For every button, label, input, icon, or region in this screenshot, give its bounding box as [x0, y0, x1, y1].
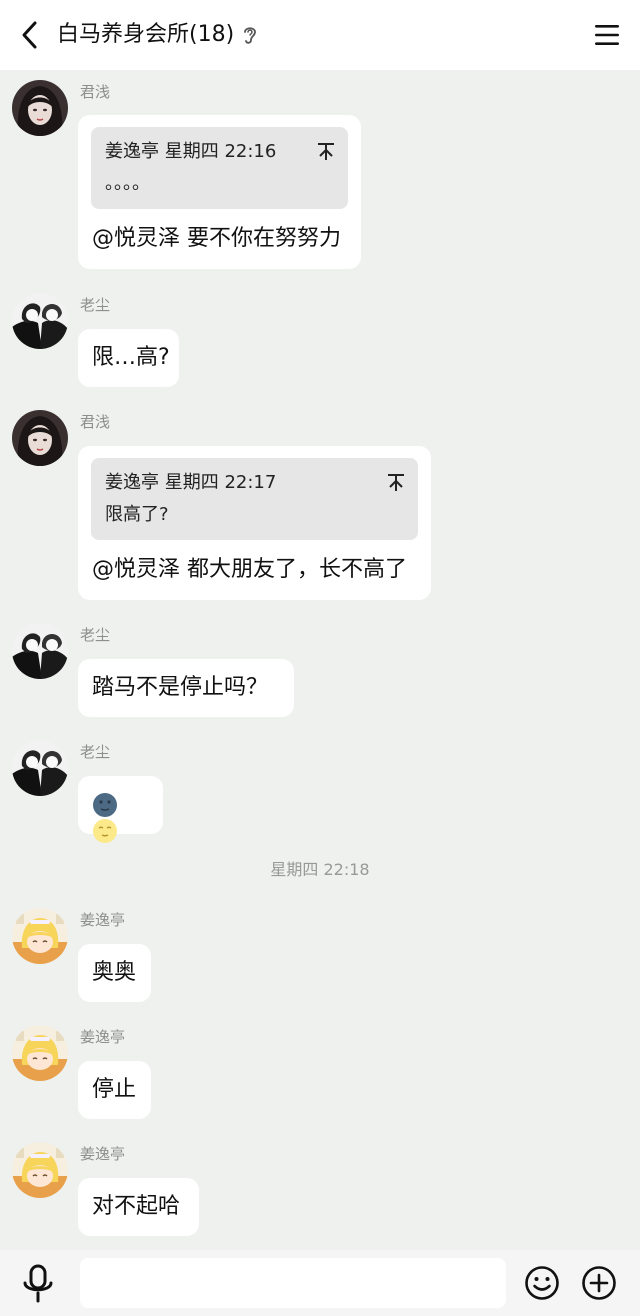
avatar-blonde-anime[interactable] — [12, 1142, 68, 1198]
sender-name: 姜逸亭 — [80, 911, 126, 929]
message-bubble[interactable]: 限…高? — [78, 329, 179, 387]
group-name: 白马养身会所(18) — [57, 22, 235, 47]
chat-header: 白马养身会所(18) — [0, 0, 640, 70]
message-bubble[interactable]: 姜逸亭 星期四 22:17 限高了? @悦灵泽 都大朋友了，长不高了 — [78, 446, 431, 600]
avatar-dark-hair-girl[interactable] — [12, 410, 68, 466]
ear-icon — [242, 24, 258, 46]
message-text: 奥奥 — [92, 960, 137, 985]
group-title[interactable]: 白马养身会所(18) — [57, 20, 258, 50]
quoted-message[interactable]: 姜逸亭 星期四 22:16 。。。。 — [91, 127, 348, 209]
message-text: 对不起哈 — [92, 1194, 181, 1219]
quote-header: 姜逸亭 星期四 22:17 — [105, 472, 277, 493]
message-item: 老尘 踏马不是停止吗？ — [0, 623, 640, 723]
collapse-quote-icon[interactable] — [386, 470, 406, 494]
message-item: 君浅 姜逸亭 星期四 22:16 。。。。 @悦灵泽 要不你在努努力 — [0, 80, 640, 270]
smiley-icon[interactable] — [524, 1265, 560, 1301]
sender-name: 姜逸亭 — [80, 1145, 126, 1163]
message-bubble[interactable]: 停止 — [78, 1061, 151, 1119]
menu-button[interactable] — [590, 18, 624, 52]
avatar-manga-couple[interactable] — [12, 293, 68, 349]
avatar-manga-couple[interactable] — [12, 623, 68, 679]
input-bar — [0, 1250, 640, 1316]
message-text: 限…高? — [92, 345, 170, 370]
message-item: 姜逸亭 奥奥 — [0, 908, 640, 1008]
message-text: 停止 — [92, 1077, 137, 1102]
avatar-blonde-anime[interactable] — [12, 908, 68, 964]
avatar-blonde-anime[interactable] — [12, 1025, 68, 1081]
chat-message-list[interactable]: 君浅 姜逸亭 星期四 22:16 。。。。 @悦灵泽 要不你在努努力 老尘 限…… — [0, 70, 640, 1250]
sender-name: 姜逸亭 — [80, 1028, 126, 1046]
message-text: @悦灵泽 都大朋友了，长不高了 — [92, 557, 407, 582]
plus-circle-icon[interactable] — [581, 1265, 617, 1301]
quoted-message[interactable]: 姜逸亭 星期四 22:17 限高了? — [91, 458, 418, 540]
quote-body: 限高了? — [105, 504, 169, 525]
message-input[interactable] — [80, 1258, 506, 1308]
message-item: 君浅 姜逸亭 星期四 22:17 限高了? @悦灵泽 都大朋友了，长不高了 — [0, 410, 640, 600]
collapse-quote-icon[interactable] — [316, 139, 336, 163]
message-bubble[interactable]: 奥奥 — [78, 944, 151, 1002]
message-text: @悦灵泽 要不你在努努力 — [92, 226, 341, 251]
sender-name: 老尘 — [80, 626, 111, 644]
sender-name: 君浅 — [80, 413, 111, 431]
message-bubble[interactable]: 姜逸亭 星期四 22:16 。。。。 @悦灵泽 要不你在努努力 — [78, 115, 361, 269]
avatar-manga-couple[interactable] — [12, 740, 68, 796]
avatar-dark-hair-girl[interactable] — [12, 80, 68, 136]
message-item: 老尘 限…高? — [0, 293, 640, 393]
new-moon-face-emoji — [93, 793, 117, 817]
sender-name: 老尘 — [80, 296, 111, 314]
sender-name: 君浅 — [80, 83, 111, 101]
full-moon-face-emoji — [93, 819, 117, 843]
chevron-left-icon — [22, 21, 37, 49]
message-item: 姜逸亭 对不起哈 — [0, 1142, 640, 1242]
message-item: 老尘 — [0, 740, 640, 843]
message-text: 踏马不是停止吗？ — [92, 675, 269, 700]
time-separator: 星期四 22:18 — [270, 860, 370, 879]
hamburger-menu-icon — [595, 25, 619, 45]
message-bubble[interactable]: 踏马不是停止吗？ — [78, 659, 294, 717]
quote-header: 姜逸亭 星期四 22:16 — [105, 141, 277, 162]
message-item: 姜逸亭 停止 — [0, 1025, 640, 1125]
sender-name: 老尘 — [80, 743, 111, 761]
quote-body: 。。。。 — [105, 173, 150, 194]
microphone-icon[interactable] — [20, 1264, 56, 1304]
back-button[interactable] — [10, 15, 50, 55]
message-bubble[interactable]: 对不起哈 — [78, 1178, 199, 1236]
message-bubble[interactable] — [78, 776, 163, 843]
